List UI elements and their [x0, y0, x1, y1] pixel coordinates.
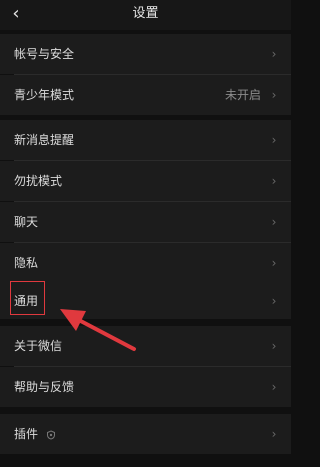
red-arrow-icon [60, 309, 136, 351]
